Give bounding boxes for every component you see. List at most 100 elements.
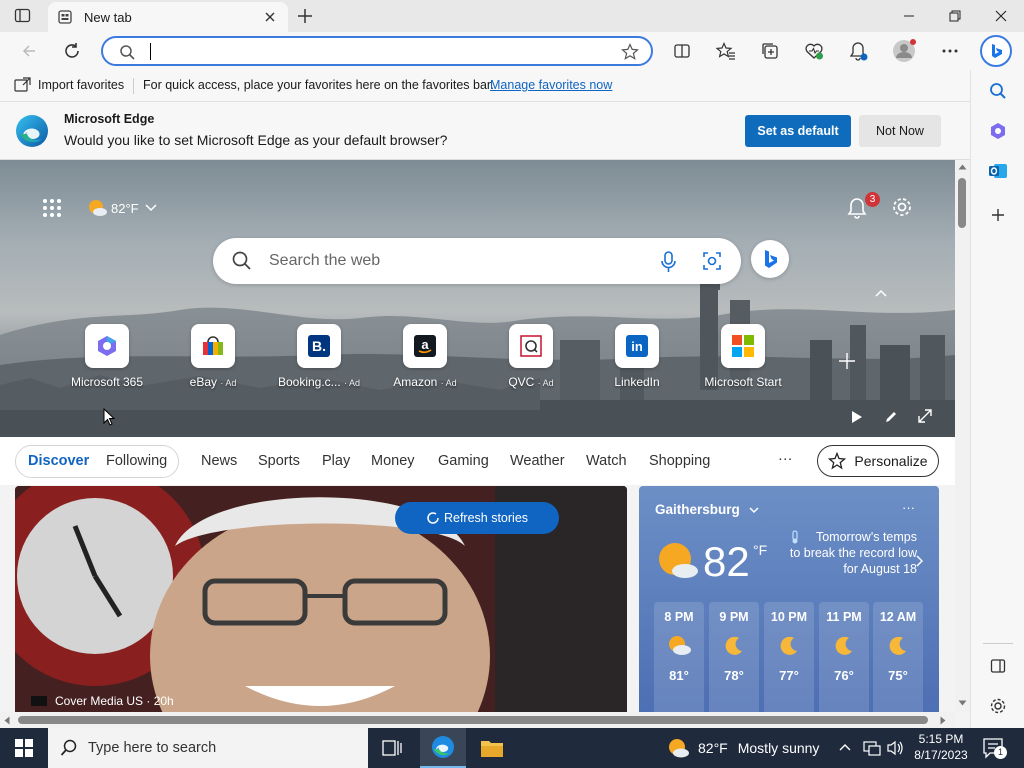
task-view-button[interactable]	[380, 736, 404, 760]
tab-weather[interactable]: Weather	[510, 453, 565, 469]
volume-icon[interactable]	[886, 739, 904, 757]
browser-essentials-button[interactable]	[799, 36, 829, 66]
address-caret	[150, 43, 151, 60]
tab-actions-icon[interactable]	[14, 8, 32, 24]
quicklink-microsoft-365[interactable]: Microsoft 365	[57, 324, 157, 389]
weather-location[interactable]: Gaithersburg	[655, 502, 760, 517]
collapse-chevron-icon[interactable]	[874, 288, 888, 298]
edit-background-icon[interactable]	[884, 410, 898, 424]
quicklink-microsoft-start[interactable]: Microsoft Start	[693, 324, 793, 389]
tab-news[interactable]: News	[201, 453, 237, 469]
tab-play[interactable]: Play	[322, 453, 350, 469]
personalize-label: Personalize	[854, 453, 928, 469]
set-as-default-button[interactable]: Set as default	[745, 115, 851, 147]
sidebar-hide-button[interactable]	[983, 651, 1013, 681]
horizontal-scrollbar[interactable]	[0, 712, 955, 728]
search-icon	[232, 251, 252, 271]
manage-favorites-link[interactable]: Manage favorites now	[490, 78, 612, 92]
refresh-button[interactable]	[57, 36, 87, 66]
scrollbar-thumb[interactable]	[958, 178, 966, 228]
address-bar[interactable]	[101, 36, 653, 66]
scroll-right-arrow-icon[interactable]	[940, 716, 946, 725]
restore-button[interactable]	[932, 0, 978, 32]
not-now-button[interactable]: Not Now	[859, 115, 941, 147]
taskbar-weather-desc: Mostly sunny	[737, 740, 820, 756]
settings-more-button[interactable]	[935, 36, 965, 66]
weather-more-button[interactable]: ···	[902, 500, 915, 515]
chevron-right-icon[interactable]	[915, 555, 923, 567]
action-center-button[interactable]: 1	[982, 737, 1007, 759]
microphone-icon[interactable]	[660, 251, 676, 273]
tab-money[interactable]: Money	[371, 453, 415, 469]
tab-discover[interactable]: Discover	[28, 453, 89, 469]
back-button[interactable]	[14, 36, 44, 66]
story-card[interactable]: Refresh stories Cover Media US · 20h	[15, 486, 627, 712]
import-favorites-link[interactable]: Import favorites	[38, 78, 124, 92]
hour-forecast: 12 AM 75°	[873, 602, 923, 712]
weather-widget[interactable]: 82°F	[86, 197, 158, 219]
scrollbar-thumb[interactable]	[18, 716, 928, 724]
minimize-button[interactable]	[886, 0, 932, 32]
tab-gaming[interactable]: Gaming	[438, 453, 489, 469]
vertical-scrollbar[interactable]	[955, 160, 970, 712]
split-screen-button[interactable]	[667, 36, 697, 66]
hour-temp: 77°	[779, 668, 799, 683]
quicklink-qvc[interactable]: QVC · Ad	[481, 324, 581, 389]
sidebar-add-button[interactable]	[983, 200, 1013, 230]
expand-icon[interactable]	[918, 409, 932, 423]
collections-button[interactable]	[755, 36, 785, 66]
favorites-button[interactable]	[711, 36, 741, 66]
ad-label: · Ad	[537, 378, 554, 388]
tab-new-tab[interactable]: New tab	[48, 2, 288, 32]
add-quicklink-icon[interactable]	[838, 352, 856, 370]
profile-avatar[interactable]	[889, 36, 919, 66]
scroll-left-arrow-icon[interactable]	[4, 716, 10, 725]
tab-following[interactable]: Following	[106, 453, 167, 469]
more-tabs-button[interactable]: ···	[778, 451, 793, 467]
page-settings-button[interactable]	[891, 196, 913, 218]
sidebar-settings-button[interactable]	[983, 691, 1013, 721]
play-icon[interactable]	[851, 410, 863, 424]
taskbar-explorer-button[interactable]	[472, 728, 512, 768]
quicklink-label: Microsoft 365	[70, 375, 144, 389]
tab-shopping[interactable]: Shopping	[649, 453, 710, 469]
web-search-box[interactable]: Search the web	[213, 238, 741, 284]
scroll-up-arrow-icon[interactable]	[958, 164, 967, 170]
quicklink-ebay[interactable]: eBay · Ad	[163, 324, 263, 389]
weather-alert[interactable]: Tomorrow's temps to break the record low…	[769, 529, 917, 577]
hero-notifications-button[interactable]: 3	[846, 192, 880, 220]
search-icon	[119, 44, 135, 60]
favorite-star-icon[interactable]	[621, 43, 639, 61]
taskbar-search-box[interactable]: Type here to search	[48, 728, 368, 768]
tab-watch[interactable]: Watch	[586, 453, 627, 469]
weather-card[interactable]: Gaithersburg ··· 82 °F Tomorrow's temps …	[639, 486, 939, 712]
personalize-button[interactable]: Personalize	[817, 445, 939, 477]
bing-icon	[765, 250, 777, 268]
mouse-cursor	[103, 408, 115, 426]
sidebar-search-button[interactable]	[983, 76, 1013, 106]
close-tab-icon[interactable]	[264, 11, 276, 23]
clock[interactable]: 5:15 PM 8/17/2023	[908, 731, 974, 763]
quicklink-booking[interactable]: B. Booking.c... · Ad	[269, 324, 369, 389]
visual-search-icon[interactable]	[702, 251, 722, 271]
tab-sports[interactable]: Sports	[258, 453, 300, 469]
show-hidden-icons-icon[interactable]	[838, 742, 852, 752]
bing-chat-hero-button[interactable]	[751, 240, 789, 278]
sidebar-divider	[983, 643, 1013, 644]
quicklink-linkedin[interactable]: in LinkedIn	[587, 324, 687, 389]
notifications-button[interactable]	[843, 36, 873, 66]
sidebar-tools-button[interactable]	[983, 116, 1013, 146]
quicklink-amazon[interactable]: a Amazon · Ad	[375, 324, 475, 389]
sidebar-outlook-button[interactable]	[983, 156, 1013, 186]
new-tab-button[interactable]	[295, 6, 315, 26]
start-button[interactable]	[0, 728, 48, 768]
close-window-button[interactable]	[978, 0, 1024, 32]
apps-launcher-icon[interactable]	[42, 198, 62, 218]
taskbar-edge-button[interactable]	[420, 728, 466, 768]
network-icon[interactable]	[863, 739, 881, 757]
refresh-stories-button[interactable]: Refresh stories	[395, 502, 559, 534]
divider	[133, 78, 134, 94]
scroll-down-arrow-icon[interactable]	[958, 700, 967, 706]
bing-chat-button[interactable]	[980, 35, 1012, 67]
taskbar-weather[interactable]: 82°F Mostly sunny	[666, 737, 819, 759]
